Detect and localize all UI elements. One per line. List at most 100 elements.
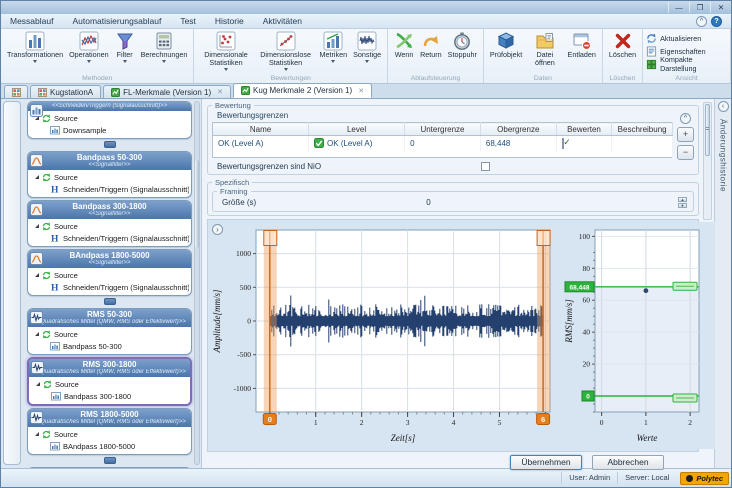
expander-icon[interactable] xyxy=(35,432,39,436)
ribbon-button-compact[interactable]: Kompakte Darstellung xyxy=(646,58,727,70)
flow-node[interactable]: BAndpass 1800-5000<<Signalfilter>>Source… xyxy=(27,249,192,296)
nio-checkbox[interactable] xyxy=(481,162,490,171)
expand-chart-icon[interactable]: › xyxy=(212,224,223,235)
flow-node[interactable]: Bandpass 300-1800<<Signalfilter>>SourceH… xyxy=(27,200,192,247)
flow-node[interactable]: RMS 50-300<<Quadratisches Mittel (QMW, R… xyxy=(27,308,192,355)
minimize-button[interactable]: — xyxy=(668,2,689,13)
spinner-up-icon[interactable]: ▲ xyxy=(678,197,687,202)
child-row[interactable]: Bandpass 300-1800 xyxy=(36,390,188,402)
ribbon-button-cube[interactable]: Prüfobjekt xyxy=(487,30,525,59)
cell-name[interactable]: OK (Level A) xyxy=(213,136,309,151)
main-scrollbar[interactable] xyxy=(703,102,712,220)
flow-node-header[interactable]: RMS 50-300<<Quadratisches Mittel (QMW, R… xyxy=(28,309,191,327)
ribbon-button-operations[interactable]: Operationen xyxy=(66,30,112,63)
cell-bewerten[interactable] xyxy=(556,136,612,151)
add-row-button[interactable]: + xyxy=(677,127,694,142)
help-icon[interactable]: ? xyxy=(711,16,722,27)
close-button[interactable]: ✕ xyxy=(710,2,731,13)
groesse-value[interactable]: 0 xyxy=(426,198,678,207)
collapse-ribbon-icon[interactable]: ^ xyxy=(696,16,707,27)
source-row[interactable]: Source xyxy=(35,428,189,440)
flow-node-header[interactable]: Bandpass 300-1800<<Signalfilter>> xyxy=(28,201,191,219)
flow-node-header[interactable]: BAndpass 1800-5000<<Signalfilter>> xyxy=(28,250,191,268)
menu-item-test[interactable]: Test xyxy=(180,16,196,26)
ribbon-button-misc[interactable]: Sonstige xyxy=(350,30,384,63)
ribbon-button-refresh[interactable]: Aktualisieren xyxy=(646,32,701,44)
tab-fl-merkmale-version-1-[interactable]: FL-Merkmale (Version 1)✕ xyxy=(103,85,231,98)
ribbon-button-funnel[interactable]: Filter xyxy=(112,30,138,63)
ribbon-button-metrics[interactable]: Metriken xyxy=(317,30,351,63)
ribbon-button-scatter[interactable]: Dimensionale Statistiken xyxy=(197,30,254,71)
source-row[interactable]: Source xyxy=(35,112,189,124)
expander-icon[interactable] xyxy=(35,224,39,228)
column-header-name[interactable]: Name xyxy=(213,123,309,136)
menu-item-messablauf[interactable]: Messablauf xyxy=(10,16,53,26)
main-scroll-thumb[interactable] xyxy=(705,104,710,156)
cancel-button[interactable]: Abbrechen xyxy=(592,455,664,470)
ribbon-button-scatter2[interactable]: Dimensionslose Statistiken xyxy=(255,30,317,71)
rms-limit-chart[interactable]: 01202040608010068,4480WerteRMS[mm/s] xyxy=(563,222,715,444)
restore-button[interactable]: ❐ xyxy=(689,2,710,13)
source-row[interactable]: Source xyxy=(35,220,189,232)
tab-kugstationa[interactable]: KugstationA xyxy=(30,85,101,98)
bewerten-checkbox[interactable] xyxy=(562,138,564,149)
flow-node[interactable]: RMS 300-1800<<Quadratisches Mittel (QMW,… xyxy=(27,357,192,406)
collapse-section-icon[interactable]: ^ xyxy=(680,113,691,124)
flow-node-header[interactable]: RMS 300-1800<<Quadratisches Mittel (QMW,… xyxy=(29,359,190,377)
docked-panel-stub[interactable] xyxy=(4,85,28,98)
cell-level[interactable]: OK (Level A) xyxy=(309,136,405,151)
spinner-down-icon[interactable]: ▼ xyxy=(678,203,687,208)
tab-close-icon[interactable]: ✕ xyxy=(217,88,223,96)
remove-row-button[interactable]: − xyxy=(677,145,694,160)
column-header-bewerten[interactable]: Bewerten xyxy=(556,123,612,136)
child-row[interactable]: HSchneiden/Triggern (Signalausschnitt) xyxy=(35,281,189,293)
expander-icon[interactable] xyxy=(35,273,39,277)
flow-node[interactable]: RMS 1800-5000<<Quadratisches Mittel (QMW… xyxy=(27,408,192,455)
expand-history-icon[interactable]: ‹ xyxy=(718,101,729,112)
ribbon-button-delete[interactable]: Löschen xyxy=(606,30,639,59)
source-row[interactable]: Source xyxy=(35,328,189,340)
ribbon-button-unload[interactable]: Entladen xyxy=(565,30,599,59)
ribbon-button-branch[interactable]: Wenn xyxy=(391,30,417,59)
expander-icon[interactable] xyxy=(35,175,39,179)
child-row[interactable]: BAndpass 1800-5000 xyxy=(35,440,189,452)
ribbon-button-bar-chart[interactable]: Transformationen xyxy=(4,30,66,63)
flow-node-header[interactable]: <<Schneiden/Triggern (Signalausschnitt)>… xyxy=(28,102,191,111)
tab-kug-merkmale-2-version-1-[interactable]: Kug Merkmale 2 (Version 1)✕ xyxy=(233,83,372,98)
column-header-untergrenze[interactable]: Untergrenze xyxy=(405,123,481,136)
child-row[interactable]: Downsample xyxy=(35,124,189,136)
child-row[interactable]: HSchneiden/Triggern (Signalausschnitt) xyxy=(35,232,189,244)
tab-close-icon[interactable]: ✕ xyxy=(358,87,364,95)
sidebar-scroll-thumb[interactable] xyxy=(195,160,199,248)
flow-node-header[interactable]: Bandpass 50-300<<Signalfilter>> xyxy=(28,152,191,170)
column-header-level[interactable]: Level xyxy=(309,123,405,136)
table-row[interactable]: OK (Level A)OK (Level A)068,448 xyxy=(213,136,673,151)
cell-untergrenze[interactable]: 0 xyxy=(405,136,481,151)
history-panel-strip[interactable]: ‹ Änderungshistorie xyxy=(714,99,731,468)
flow-node-header[interactable]: RMS 1800-5000<<Quadratisches Mittel (QMW… xyxy=(28,409,191,427)
cell-obergrenze[interactable]: 68,448 xyxy=(480,136,556,151)
column-header-obergrenze[interactable]: Obergrenze xyxy=(480,123,556,136)
expander-icon[interactable] xyxy=(35,332,39,336)
ribbon-button-stopwatch[interactable]: Stoppuhr xyxy=(445,30,480,59)
child-row[interactable]: Bandpass 50-300 xyxy=(35,340,189,352)
source-row[interactable]: Source xyxy=(36,378,188,390)
column-header-beschreibung[interactable]: Beschreibung xyxy=(612,123,673,136)
menu-item-automatisierungsablauf[interactable]: Automatisierungsablauf xyxy=(72,16,161,26)
menu-item-historie[interactable]: Historie xyxy=(215,16,244,26)
child-row[interactable]: HSchneiden/Triggern (Signalausschnitt) xyxy=(35,183,189,195)
flow-node[interactable]: Bandpass 50-300<<Signalfilter>>SourceHSc… xyxy=(27,151,192,198)
cell-beschreibung[interactable] xyxy=(612,136,673,151)
flow-node[interactable]: End<<Ende>> xyxy=(27,467,192,468)
expander-icon[interactable] xyxy=(36,382,40,386)
menu-item-aktivitäten[interactable]: Aktivitäten xyxy=(263,16,302,26)
groesse-spinner[interactable]: ▲▼ xyxy=(678,197,687,208)
sidebar-scrollbar[interactable] xyxy=(194,101,200,465)
apply-button[interactable]: Übernehmen xyxy=(510,455,582,470)
source-row[interactable]: Source xyxy=(35,269,189,281)
time-signal-chart[interactable]: -1000-500050010001234506Zeit[s]Amplitude… xyxy=(210,222,560,444)
source-row[interactable]: Source xyxy=(35,171,189,183)
ribbon-button-calculator[interactable]: Berechnungen xyxy=(138,30,191,63)
collapsed-left-panel[interactable] xyxy=(1,99,23,468)
flow-node[interactable]: <<Schneiden/Triggern (Signalausschnitt)>… xyxy=(27,101,192,139)
